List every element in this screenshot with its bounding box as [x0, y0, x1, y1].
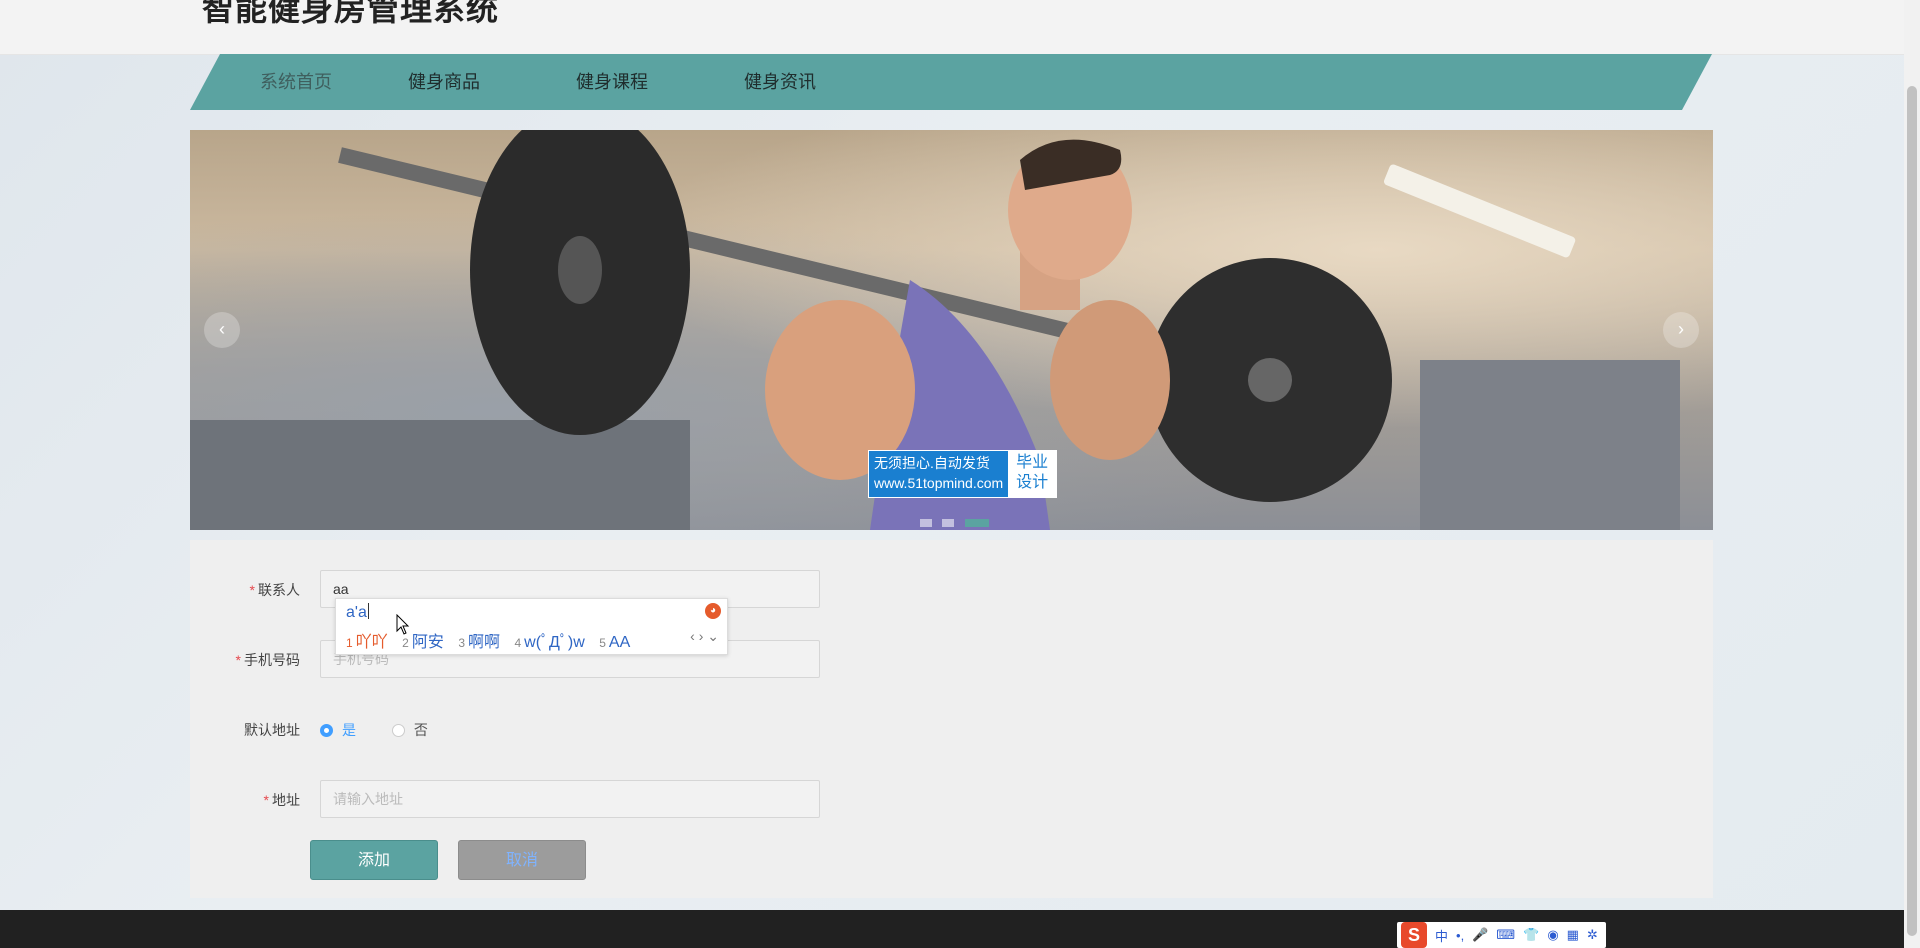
ime-skin-icon[interactable]: ◕ [705, 603, 721, 619]
sogou-logo-icon[interactable]: S [1401, 922, 1427, 948]
radio-yes[interactable]: 是 [320, 710, 356, 750]
microphone-icon[interactable]: 🎤 [1472, 927, 1488, 943]
required-mark: * [249, 582, 255, 598]
radio-no[interactable]: 否 [391, 710, 428, 750]
watermark-line2: www.51topmind.com [874, 475, 1004, 491]
scrollbar-thumb[interactable] [1907, 86, 1917, 936]
site-title: 智能健身房管理系统 [202, 0, 500, 27]
carousel-prev-button[interactable]: ‹ [204, 312, 240, 348]
add-button[interactable]: 添加 [310, 840, 438, 880]
watermark-side-line1: 毕业 [1016, 454, 1049, 471]
watermark-side-line2: 设计 [1016, 474, 1049, 491]
default-address-radio-group: 是 否 [320, 710, 460, 752]
keyboard-icon[interactable]: ⌨ [1496, 927, 1515, 943]
nav-item-news[interactable]: 健身资讯 [744, 54, 816, 110]
default-address-label: 默认地址 [244, 722, 300, 738]
watermark-line1: 无须担心.自动发货 [874, 455, 990, 471]
ime-candidate-popup: a'a ◕ 1 吖吖 2 阿安 3 啊啊 4 w(ﾟДﾟ)w 5 AA ‹ › ⌄ [335, 598, 728, 655]
cancel-button[interactable]: 取消 [458, 840, 586, 880]
carousel-dot[interactable] [942, 519, 955, 527]
ime-page-nav[interactable]: ‹ › ⌄ [690, 628, 719, 645]
phone-label: 手机号码 [244, 652, 300, 668]
address-label: 地址 [272, 792, 300, 808]
ime-candidate[interactable]: 1 吖吖 [346, 628, 388, 652]
ime-candidate[interactable]: 4 w(ﾟДﾟ)w [514, 628, 584, 652]
hero-carousel: ‹ › 无须担心.自动发货 www.51topmind.com 毕业 设计 [190, 130, 1713, 530]
address-row: * 地址 [190, 780, 890, 820]
nav-item-courses[interactable]: 健身课程 [576, 54, 648, 110]
punctuation-icon[interactable]: •, [1456, 928, 1464, 943]
contact-label: 联系人 [258, 582, 300, 598]
nav-item-products[interactable]: 健身商品 [408, 54, 480, 110]
ime-composition: a'a [346, 604, 367, 621]
default-address-row: 默认地址 是 否 [190, 710, 890, 750]
ime-candidate[interactable]: 3 啊啊 [458, 628, 500, 652]
skin-icon[interactable]: 👕 [1523, 927, 1539, 943]
mouse-cursor-icon [396, 614, 410, 635]
address-input[interactable] [320, 780, 820, 818]
carousel-dot[interactable] [920, 519, 932, 527]
toolbox-icon[interactable]: ▦ [1567, 927, 1579, 943]
emoji-icon[interactable]: ◉ [1547, 927, 1558, 943]
carousel-indicators [920, 514, 995, 527]
watermark-badge: 无须担心.自动发货 www.51topmind.com 毕业 设计 [868, 450, 1058, 498]
header: 智能健身房管理系统 [0, 0, 1904, 55]
ime-candidate-list: 1 吖吖 2 阿安 3 啊啊 4 w(ﾟДﾟ)w 5 AA [346, 628, 640, 652]
ime-candidate[interactable]: 5 AA [599, 634, 630, 652]
nav-item-home[interactable]: 系统首页 [260, 54, 332, 110]
main-nav: 系统首页 健身商品 健身课程 健身资讯 [190, 54, 1712, 110]
carousel-next-button[interactable]: › [1663, 312, 1699, 348]
address-form: *联系人 *手机号码 默认地址 是 否 *地址 添加 取消 [190, 540, 1713, 898]
required-mark: * [263, 792, 269, 808]
carousel-dot-active[interactable] [964, 519, 989, 527]
ime-toolbar: S 中 •, 🎤 ⌨ 👕 ◉ ▦ ✲ [1397, 922, 1606, 948]
footer [0, 910, 1904, 948]
ime-mode-toggle[interactable]: 中 [1435, 926, 1448, 945]
settings-icon[interactable]: ✲ [1587, 927, 1598, 943]
page-scrollbar[interactable] [1904, 0, 1920, 948]
required-mark: * [235, 652, 241, 668]
